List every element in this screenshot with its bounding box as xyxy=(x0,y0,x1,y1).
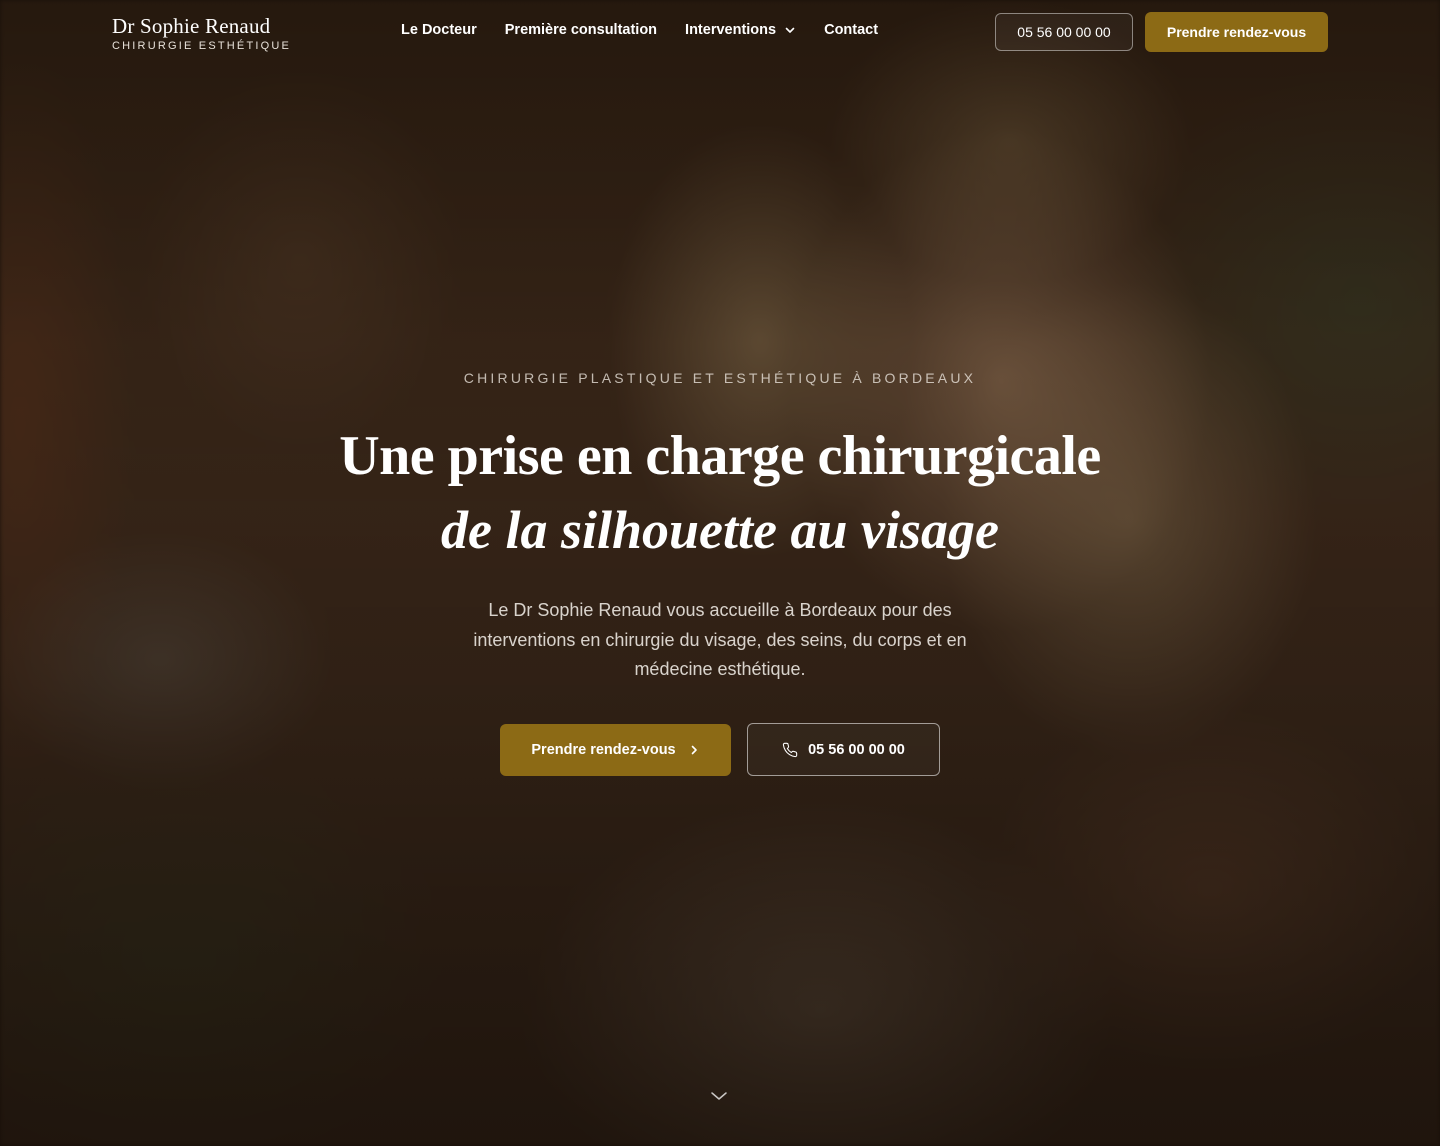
nav-item-le-docteur[interactable]: Le Docteur xyxy=(401,22,477,38)
chevron-down-icon[interactable] xyxy=(709,1088,729,1104)
nav-item-label: Le Docteur xyxy=(401,22,477,38)
site-header: Dr Sophie Renaud CHIRURGIE ESTHÉTIQUE Le… xyxy=(0,0,1440,64)
nav-item-contact[interactable]: Contact xyxy=(824,22,878,38)
hero-lead: Le Dr Sophie Renaud vous accueille à Bor… xyxy=(473,600,967,679)
hero-headline-line1: Une prise en charge chirurgicale xyxy=(339,425,1101,487)
brand-name: Dr Sophie Renaud xyxy=(112,14,271,38)
nav-item-label: Première consultation xyxy=(504,22,658,38)
nav-item-premiere-consultation[interactable]: Première consultation xyxy=(505,22,657,38)
brand-logo[interactable]: Dr Sophie Renaud CHIRURGIE ESTHÉTIQUE xyxy=(112,14,291,52)
hero-eyebrow: CHIRURGIE PLASTIQUE ET ESTHÉTIQUE À BORD… xyxy=(463,370,977,386)
header-phone-label: 05 56 00 00 00 xyxy=(1017,24,1111,40)
hero-phone-label: 05 56 00 00 00 xyxy=(808,741,905,758)
header-appointment-button[interactable]: Prendre rendez-vous xyxy=(1145,12,1328,52)
nav-item-label: Interventions xyxy=(685,22,777,38)
nav-item-label: Contact xyxy=(824,22,879,38)
main-nav: Le Docteur Première consultation Interve… xyxy=(401,22,878,38)
chevron-right-icon xyxy=(691,745,697,755)
hero-appointment-label: Prendre rendez-vous xyxy=(531,742,676,758)
hero-headline: Une prise en charge chirurgicale de la s… xyxy=(0,420,1440,568)
hero-headline-line2: de la silhouette au visage xyxy=(441,500,999,560)
hero-overlay xyxy=(0,0,1440,1146)
chevron-down-icon xyxy=(785,27,795,33)
phone-icon xyxy=(782,742,798,757)
hero-section: Dr Sophie Renaud CHIRURGIE ESTHÉTIQUE Le… xyxy=(0,0,1440,1146)
header-cta-label: Prendre rendez-vous xyxy=(1166,24,1307,40)
hero-appointment-button[interactable]: Prendre rendez-vous xyxy=(500,724,731,776)
nav-item-interventions[interactable]: Interventions xyxy=(685,22,796,38)
hero-phone-button[interactable]: 05 56 00 00 00 xyxy=(747,723,940,776)
brand-tagline: CHIRURGIE ESTHÉTIQUE xyxy=(112,40,292,52)
header-phone-button[interactable]: 05 56 00 00 00 xyxy=(995,13,1133,51)
